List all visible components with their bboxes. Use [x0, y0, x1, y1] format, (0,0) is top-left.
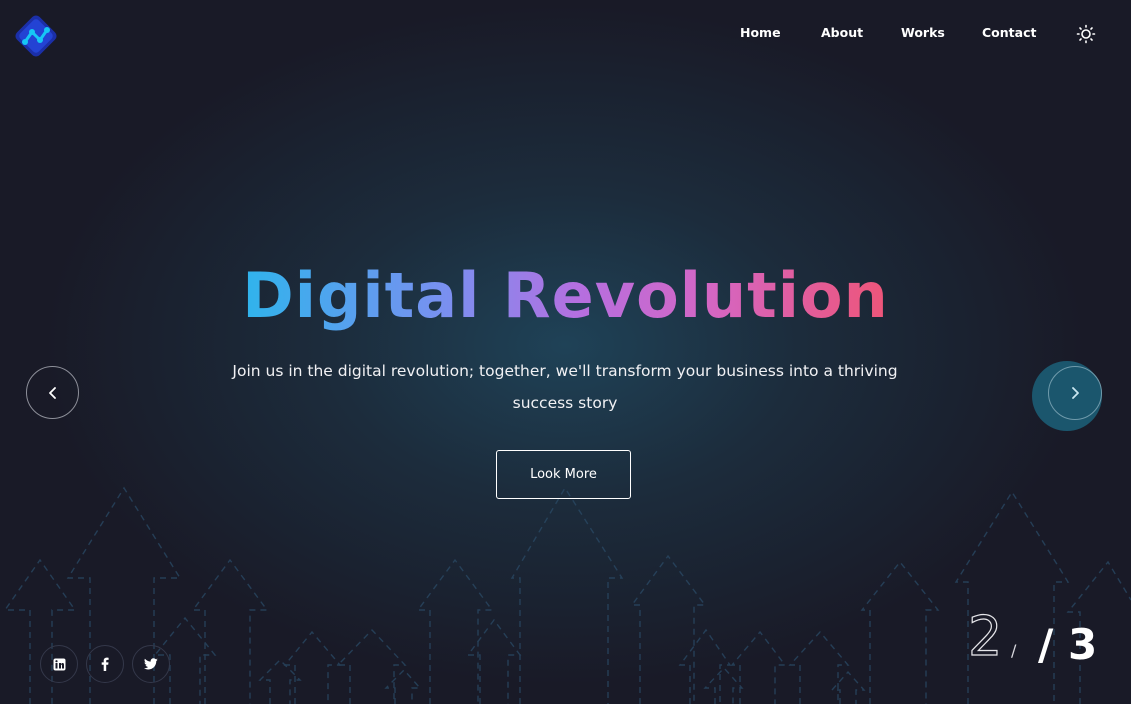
slide-counter-current: 2 [967, 605, 1003, 668]
chevron-right-icon [1072, 387, 1079, 399]
facebook-icon [101, 657, 109, 671]
next-slide-button[interactable] [1048, 366, 1102, 420]
hero-title: Digital Revolution [0, 256, 1131, 336]
slide-counter-total: / 3 [1038, 620, 1098, 669]
background-arrows-pattern [3, 486, 1131, 704]
main-navigation: Home About Works Contact [0, 25, 1131, 45]
facebook-button[interactable] [86, 645, 124, 683]
linkedin-button[interactable] [40, 645, 78, 683]
linkedin-icon [53, 658, 65, 670]
slide-counter: 2 / / 3 [960, 605, 1100, 675]
hero-section: Home About Works Contact Digital Revolut… [0, 0, 1131, 704]
nav-link-works[interactable]: Works [901, 25, 945, 40]
nav-link-about[interactable]: About [821, 25, 863, 40]
hero-subtitle: Join us in the digital revolution; toget… [232, 362, 898, 412]
slide-counter-separator: / [1011, 641, 1017, 660]
chevron-left-icon [48, 386, 56, 399]
nav-link-home[interactable]: Home [740, 25, 781, 40]
look-more-button[interactable]: Look More [496, 450, 631, 499]
hero-title-text: Digital Revolution [242, 259, 889, 332]
twitter-button[interactable] [132, 645, 170, 683]
previous-slide-button[interactable] [26, 366, 79, 419]
nav-link-contact[interactable]: Contact [982, 25, 1036, 40]
sun-icon[interactable] [1076, 24, 1096, 44]
twitter-icon [144, 658, 158, 670]
